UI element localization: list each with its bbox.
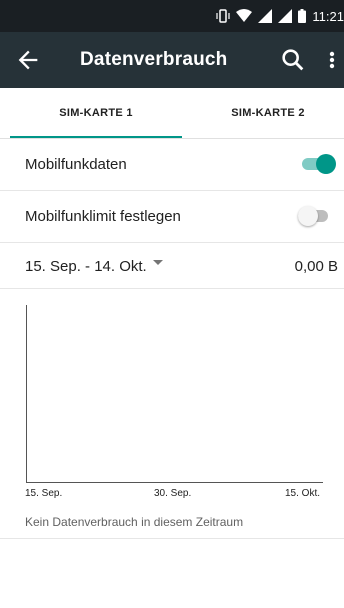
- usage-chart: 15. Sep. 30. Sep. 15. Okt. Kein Datenver…: [0, 289, 344, 539]
- app-bar: Datenverbrauch: [0, 32, 344, 88]
- tab-sim-1[interactable]: SIM-KARTE 1: [10, 88, 182, 138]
- signal-roaming-icon: [278, 9, 293, 23]
- more-vert-icon[interactable]: [322, 46, 342, 74]
- x-tick-label: 15. Okt.: [285, 488, 321, 499]
- tab-sim-2[interactable]: SIM-KARTE 2: [182, 88, 344, 138]
- battery-icon: [298, 9, 307, 23]
- cycle-dropdown[interactable]: 15. Sep. - 14. Okt.: [25, 258, 147, 275]
- toggle-thumb: [316, 154, 336, 174]
- toggle-thumb: [298, 206, 318, 226]
- mobile-data-toggle[interactable]: [302, 154, 336, 174]
- mobile-limit-row[interactable]: Mobilfunklimit festlegen: [0, 191, 344, 243]
- usage-value: 0,00 B: [294, 258, 338, 275]
- dropdown-arrow-icon[interactable]: [153, 260, 163, 265]
- search-icon[interactable]: [279, 46, 307, 74]
- chart-x-axis: [26, 482, 323, 483]
- chart-y-axis: [26, 305, 27, 483]
- mobile-limit-toggle[interactable]: [298, 206, 330, 226]
- wifi-icon: [236, 9, 253, 22]
- back-arrow-icon[interactable]: [14, 46, 42, 74]
- page-title: Datenverbrauch: [80, 49, 228, 70]
- empty-usage-message: Kein Datenverbrauch in diesem Zeitraum: [25, 515, 244, 529]
- x-tick-label: 15. Sep.: [25, 488, 63, 499]
- sim-tabs: SIM-KARTE 1 SIM-KARTE 2: [0, 88, 344, 139]
- mobile-data-row[interactable]: Mobilfunkdaten: [0, 139, 344, 191]
- status-bar: 11:21: [0, 0, 344, 32]
- x-tick-label: 30. Sep.: [154, 488, 192, 499]
- cycle-row: 15. Sep. - 14. Okt.: [0, 243, 344, 289]
- vibrate-icon: [216, 9, 231, 23]
- clock: 11:21: [312, 8, 344, 24]
- tab-indicator: [10, 136, 182, 138]
- signal-icon: [258, 9, 273, 23]
- status-icons: 11:21: [216, 0, 344, 32]
- mobile-data-label: Mobilfunkdaten: [25, 156, 127, 173]
- mobile-limit-label: Mobilfunklimit festlegen: [25, 208, 181, 225]
